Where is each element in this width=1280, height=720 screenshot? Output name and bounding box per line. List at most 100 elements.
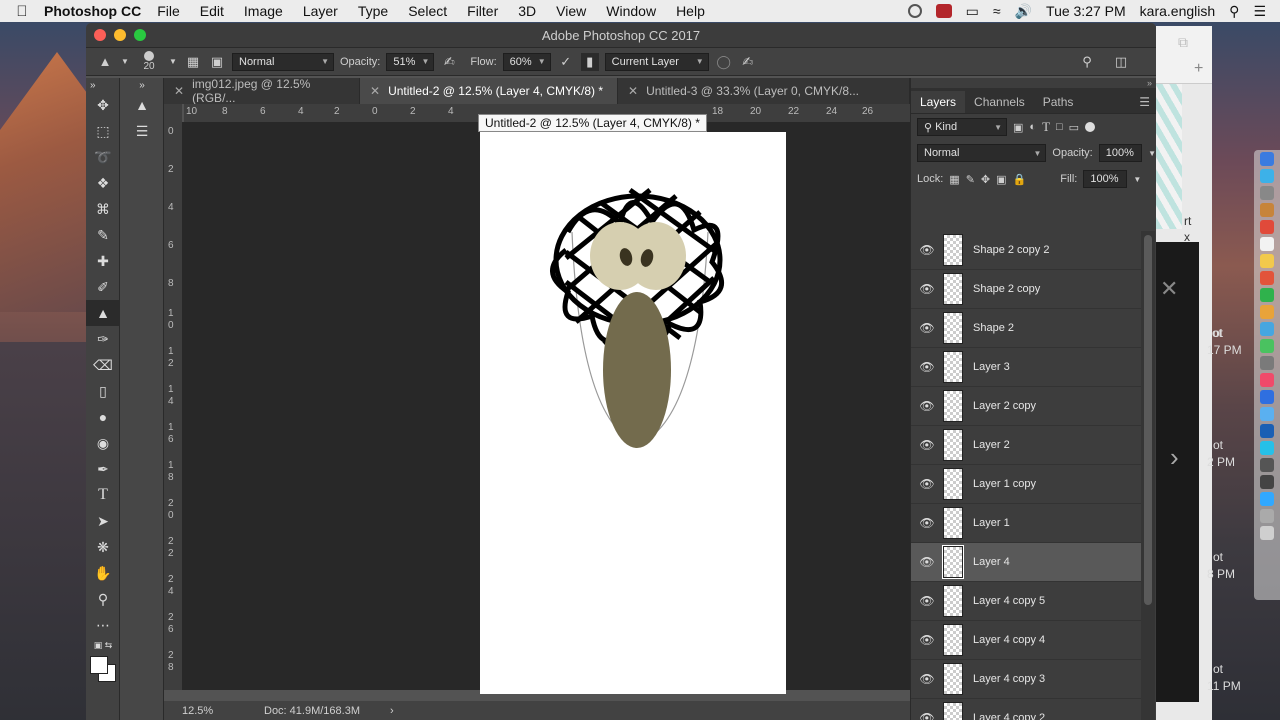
layer-row[interactable]: 👁 Layer 3	[911, 348, 1141, 387]
ignore-adjustment-icon[interactable]: ◯	[715, 53, 733, 71]
trash-icon[interactable]	[1260, 526, 1274, 540]
menu-view[interactable]: View	[556, 3, 586, 19]
layer-thumbnail[interactable]	[943, 624, 963, 656]
app-menu[interactable]: Photoshop CC	[44, 3, 141, 19]
menu-window[interactable]: Window	[606, 3, 656, 19]
visibility-eye-icon[interactable]: 👁	[911, 477, 943, 491]
layer-opacity-field[interactable]: 100%	[1098, 144, 1143, 162]
layer-thumbnail[interactable]	[943, 507, 963, 539]
layer-row[interactable]: 👁 Layer 1	[911, 504, 1141, 543]
layer-row[interactable]: 👁 Layer 2	[911, 426, 1141, 465]
dock-app-icon[interactable]	[1260, 339, 1274, 353]
filter-smart-object-icon[interactable]: ▭	[1069, 121, 1079, 134]
layer-thumbnail[interactable]	[943, 234, 963, 266]
minimize-window-button[interactable]	[114, 29, 126, 41]
visibility-eye-icon[interactable]: 👁	[911, 321, 943, 335]
menu-3d[interactable]: 3D	[518, 3, 536, 19]
visibility-eye-icon[interactable]: 👁	[911, 633, 943, 647]
chevron-down-icon[interactable]: ▼	[1148, 149, 1156, 158]
visibility-eye-icon[interactable]: 👁	[911, 243, 943, 257]
filter-shape-icon[interactable]: □	[1056, 121, 1063, 133]
layer-name[interactable]: Layer 2	[973, 439, 1010, 451]
menu-image[interactable]: Image	[244, 3, 283, 19]
brush-tool-icon[interactable]: ✐	[86, 274, 120, 300]
dock-app-icon[interactable]	[1260, 203, 1274, 217]
clone-stamp-preset-icon[interactable]: ▲	[96, 53, 114, 71]
menu-file[interactable]: File	[157, 3, 180, 19]
chevron-down-icon[interactable]: ▼	[168, 53, 178, 71]
default-colors-icon[interactable]: ▣ ⇆	[86, 638, 120, 652]
layer-thumbnail[interactable]	[943, 390, 963, 422]
dock-app-icon[interactable]	[1260, 390, 1274, 404]
workspace-icon[interactable]: ◫	[1112, 53, 1130, 71]
healing-brush-icon[interactable]: ✚	[86, 248, 120, 274]
dodge-tool-icon[interactable]: ◉	[86, 430, 120, 456]
fill-field[interactable]: 100%	[1083, 170, 1128, 188]
path-selection-icon[interactable]: ➤	[86, 508, 120, 534]
filter-toggle-icon[interactable]	[1085, 122, 1096, 132]
fullscreen-icon[interactable]: ⧉	[1178, 34, 1188, 51]
layer-name[interactable]: Layer 1	[973, 517, 1010, 529]
ruler-origin[interactable]	[164, 104, 182, 122]
layer-row[interactable]: 👁 Shape 2	[911, 309, 1141, 348]
chevron-down-icon[interactable]: ▼	[120, 53, 130, 71]
dock-app-icon[interactable]	[1260, 152, 1274, 166]
dock-app-icon[interactable]	[1260, 509, 1274, 523]
more-tools-icon[interactable]: ⋯	[86, 612, 120, 638]
lock-transparency-icon[interactable]: ▦	[949, 173, 959, 186]
history-brush-icon[interactable]: ✑	[86, 326, 120, 352]
doc-size[interactable]: Doc: 41.9M/168.3M	[264, 705, 360, 717]
close-window-button[interactable]	[94, 29, 106, 41]
menu-select[interactable]: Select	[408, 3, 447, 19]
search-icon[interactable]: ⚲	[1078, 53, 1096, 71]
layer-row[interactable]: 👁 Shape 2 copy	[911, 270, 1141, 309]
visibility-eye-icon[interactable]: 👁	[911, 282, 943, 296]
marquee-tool-icon[interactable]: ⬚	[86, 118, 120, 144]
close-tab-icon[interactable]: ✕	[174, 84, 184, 98]
crop-tool-icon[interactable]: ⌘	[86, 196, 120, 222]
dock-app-icon[interactable]	[1260, 220, 1274, 234]
dock-app-icon[interactable]	[1260, 169, 1274, 183]
dock-app-icon[interactable]	[1260, 356, 1274, 370]
pressure-size-icon[interactable]: ✍	[739, 53, 757, 71]
layer-name[interactable]: Shape 2	[973, 322, 1014, 334]
dock-app-icon[interactable]	[1260, 271, 1274, 285]
dock-app-icon[interactable]	[1260, 458, 1274, 472]
layer-thumbnail[interactable]	[943, 312, 963, 344]
eraser-tool-icon[interactable]: ⌫	[86, 352, 120, 378]
apple-icon[interactable]: 	[0, 3, 44, 20]
menu-edit[interactable]: Edit	[200, 3, 224, 19]
zoom-tool-icon[interactable]: ⚲	[86, 586, 120, 612]
panel-collapse-bar[interactable]: »	[911, 78, 1156, 88]
sample-dropdown[interactable]: Current Layer ▼	[604, 52, 709, 71]
volume-icon[interactable]: 🔊	[1015, 3, 1032, 20]
dock-app-icon[interactable]	[1260, 305, 1274, 319]
pen-tool-icon[interactable]: ✒	[86, 456, 120, 482]
layer-row[interactable]: 👁 Layer 4 copy 5	[911, 582, 1141, 621]
layer-thumbnail[interactable]	[943, 663, 963, 695]
layer-row[interactable]: 👁 Layer 4 copy 4	[911, 621, 1141, 660]
foreground-color-swatch[interactable]	[90, 656, 108, 674]
layer-name[interactable]: Layer 2 copy	[973, 400, 1036, 412]
dock-app-icon[interactable]	[1260, 407, 1274, 421]
scrollbar-thumb[interactable]	[1144, 235, 1152, 605]
menu-type[interactable]: Type	[358, 3, 388, 19]
dock-app-icon[interactable]	[1260, 373, 1274, 387]
layer-name[interactable]: Layer 4 copy 3	[973, 673, 1045, 685]
brush-settings-icon[interactable]: ☰	[120, 118, 164, 144]
brush-panel-icon[interactable]: ▦	[184, 53, 202, 71]
notification-center-icon[interactable]: ☰	[1253, 3, 1266, 20]
layer-name[interactable]: Layer 4 copy 5	[973, 595, 1045, 607]
layer-name[interactable]: Layer 3	[973, 361, 1010, 373]
user-name[interactable]: kara.english	[1140, 3, 1216, 19]
layer-thumbnail[interactable]	[943, 273, 963, 305]
brush-size-picker[interactable]: 20	[136, 50, 162, 74]
filter-type-icon[interactable]: T	[1042, 119, 1050, 135]
visibility-eye-icon[interactable]: 👁	[911, 672, 943, 686]
visibility-eye-icon[interactable]: 👁	[911, 555, 943, 569]
layer-thumbnail[interactable]	[942, 545, 964, 579]
airplay-icon[interactable]: ▭	[966, 3, 979, 20]
canvas-area[interactable]	[182, 122, 910, 694]
quick-selection-icon[interactable]: ❖	[86, 170, 120, 196]
layer-name[interactable]: Layer 4 copy 4	[973, 634, 1045, 646]
